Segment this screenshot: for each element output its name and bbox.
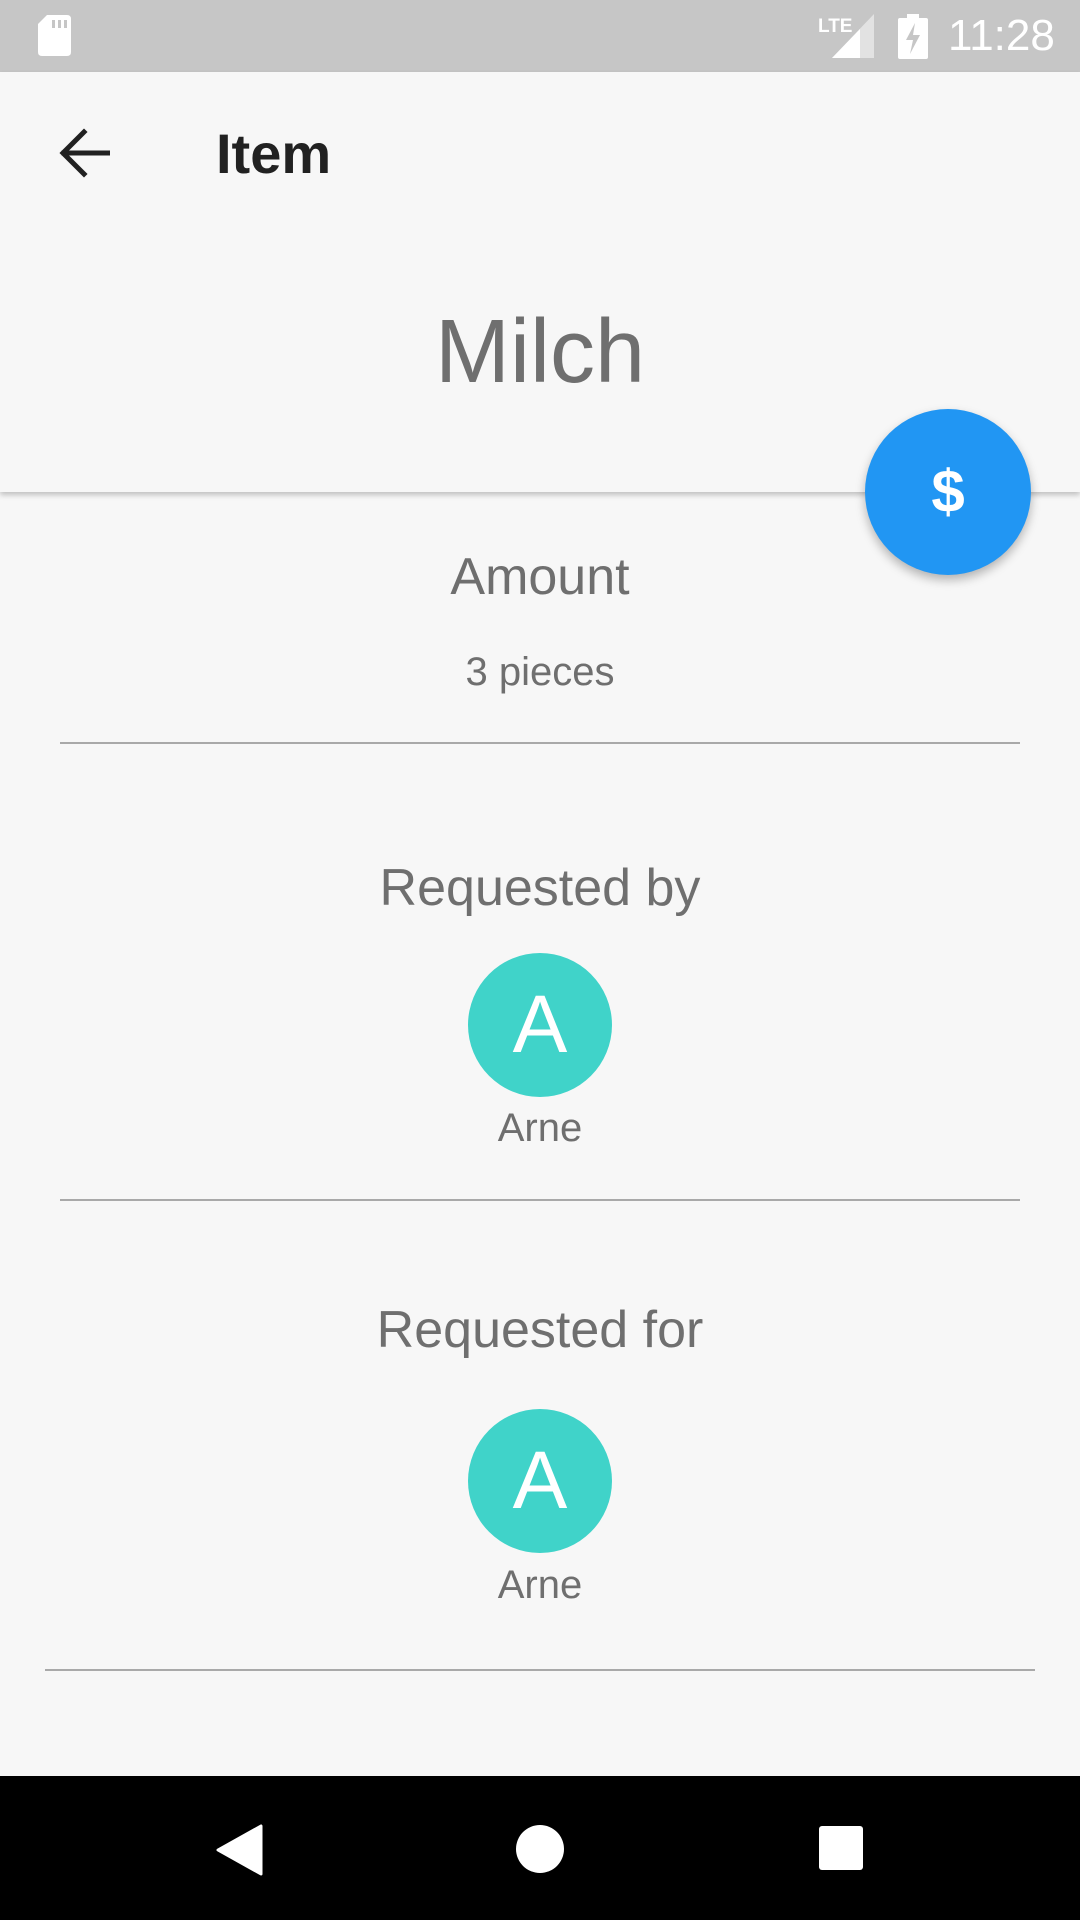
battery-charging-icon: [898, 14, 928, 59]
nav-home-icon[interactable]: [515, 1824, 565, 1874]
requested-by-name: Arne: [497, 1106, 583, 1150]
pay-fab-button[interactable]: $: [865, 409, 1031, 575]
requested-for-avatar: A: [468, 1409, 612, 1553]
requested-for-name: Arne: [497, 1563, 583, 1607]
requested-for-title: Requested for: [376, 1301, 704, 1359]
sd-card-icon: [38, 15, 71, 56]
arrow-back-icon[interactable]: [58, 128, 110, 178]
status-time: 11:28: [948, 11, 1055, 60]
divider: [60, 1199, 1020, 1201]
lte-signal-icon: LTE: [818, 14, 874, 58]
nav-back-icon[interactable]: [215, 1824, 263, 1876]
page-title: Item: [216, 122, 332, 185]
item-name: Milch: [434, 302, 645, 402]
requested-by-avatar: A: [468, 953, 612, 1097]
amount-value: 3 pieces: [465, 650, 615, 694]
divider: [45, 1669, 1035, 1671]
requested-by-title: Requested by: [379, 859, 701, 917]
svg-text:LTE: LTE: [818, 16, 852, 37]
nav-recents-icon[interactable]: [818, 1825, 864, 1871]
navigation-bar: [0, 1776, 1080, 1920]
status-bar: LTE 11:28: [0, 0, 1080, 72]
divider: [60, 742, 1020, 744]
